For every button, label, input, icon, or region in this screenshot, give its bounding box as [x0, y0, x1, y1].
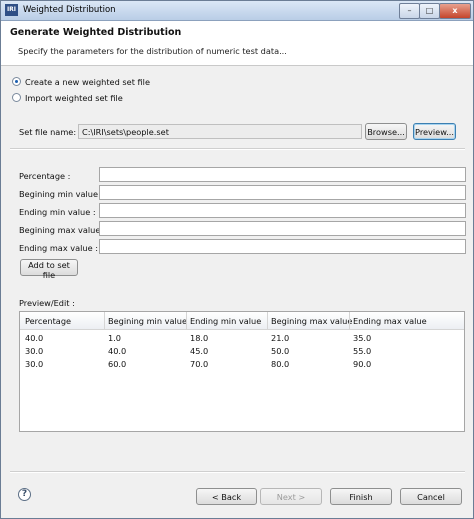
table-cell: 30.0 — [25, 359, 44, 369]
column-header[interactable]: Ending min value — [190, 316, 261, 326]
column-divider — [267, 312, 268, 329]
ending-max-label: Ending max value : — [19, 243, 98, 253]
iri-logo-icon: IRI — [5, 4, 18, 16]
begining-min-input[interactable] — [99, 185, 466, 200]
table-cell: 18.0 — [190, 333, 209, 343]
table-row[interactable]: 30.0 40.0 45.0 50.0 55.0 — [20, 346, 464, 358]
table-row[interactable]: 30.0 60.0 70.0 80.0 90.0 — [20, 359, 464, 371]
table-cell: 40.0 — [108, 346, 127, 356]
begining-max-label: Begining max value : — [19, 225, 106, 235]
minimize-button[interactable]: – — [399, 3, 420, 19]
table-cell: 21.0 — [271, 333, 290, 343]
table-cell: 50.0 — [271, 346, 290, 356]
wizard-window: IRI Weighted Distribution – □ x Generate… — [0, 0, 474, 519]
table-cell: 45.0 — [190, 346, 209, 356]
preview-button[interactable]: Preview... — [413, 123, 456, 140]
footer-separator — [10, 471, 465, 473]
column-divider — [186, 312, 187, 329]
radio-import[interactable] — [12, 93, 21, 102]
page-description: Specify the parameters for the distribut… — [18, 46, 287, 56]
separator — [10, 148, 465, 150]
preview-table[interactable]: Percentage Begining min value Ending min… — [19, 311, 465, 432]
column-header[interactable]: Begining min value — [108, 316, 187, 326]
column-divider — [349, 312, 350, 329]
title-bar: IRI Weighted Distribution – □ x — [1, 1, 473, 21]
table-cell: 90.0 — [353, 359, 372, 369]
set-file-field[interactable] — [78, 124, 362, 139]
table-cell: 55.0 — [353, 346, 372, 356]
preview-edit-label: Preview/Edit : — [19, 298, 75, 308]
wizard-header: Generate Weighted Distribution Specify t… — [1, 21, 473, 66]
table-cell: 70.0 — [190, 359, 209, 369]
radio-create-new[interactable] — [12, 77, 21, 86]
percentage-label: Percentage : — [19, 171, 71, 181]
cancel-button[interactable]: Cancel — [400, 488, 462, 505]
column-header[interactable]: Begining max value — [271, 316, 352, 326]
column-divider — [104, 312, 105, 329]
radio-import-label[interactable]: Import weighted set file — [25, 93, 123, 103]
column-header[interactable]: Ending max value — [353, 316, 427, 326]
ending-min-input[interactable] — [99, 203, 466, 218]
back-button[interactable]: < Back — [196, 488, 257, 505]
add-to-set-file-button[interactable]: Add to set file — [20, 259, 78, 280]
maximize-button[interactable]: □ — [419, 3, 440, 19]
ending-min-label: Ending min value : — [19, 207, 96, 217]
close-button[interactable]: x — [439, 3, 471, 19]
percentage-input[interactable] — [99, 167, 466, 182]
next-button[interactable]: Next > — [260, 488, 322, 505]
table-cell: 40.0 — [25, 333, 44, 343]
window-title: Weighted Distribution — [23, 5, 116, 15]
page-title: Generate Weighted Distribution — [10, 27, 182, 38]
table-cell: 30.0 — [25, 346, 44, 356]
table-header: Percentage Begining min value Ending min… — [20, 312, 464, 330]
begining-max-input[interactable] — [99, 221, 466, 236]
browse-button[interactable]: Browse... — [365, 123, 407, 140]
column-header[interactable]: Percentage — [25, 316, 71, 326]
table-cell: 35.0 — [353, 333, 372, 343]
ending-max-input[interactable] — [99, 239, 466, 254]
set-file-label: Set file name: — [19, 127, 77, 137]
radio-create-new-label[interactable]: Create a new weighted set file — [25, 77, 150, 87]
begining-min-label: Begining min value : — [19, 189, 104, 199]
table-cell: 1.0 — [108, 333, 122, 343]
help-icon[interactable]: ? — [18, 488, 31, 501]
finish-button[interactable]: Finish — [330, 488, 392, 505]
table-row[interactable]: 40.0 1.0 18.0 21.0 35.0 — [20, 333, 464, 345]
table-cell: 60.0 — [108, 359, 127, 369]
table-cell: 80.0 — [271, 359, 290, 369]
